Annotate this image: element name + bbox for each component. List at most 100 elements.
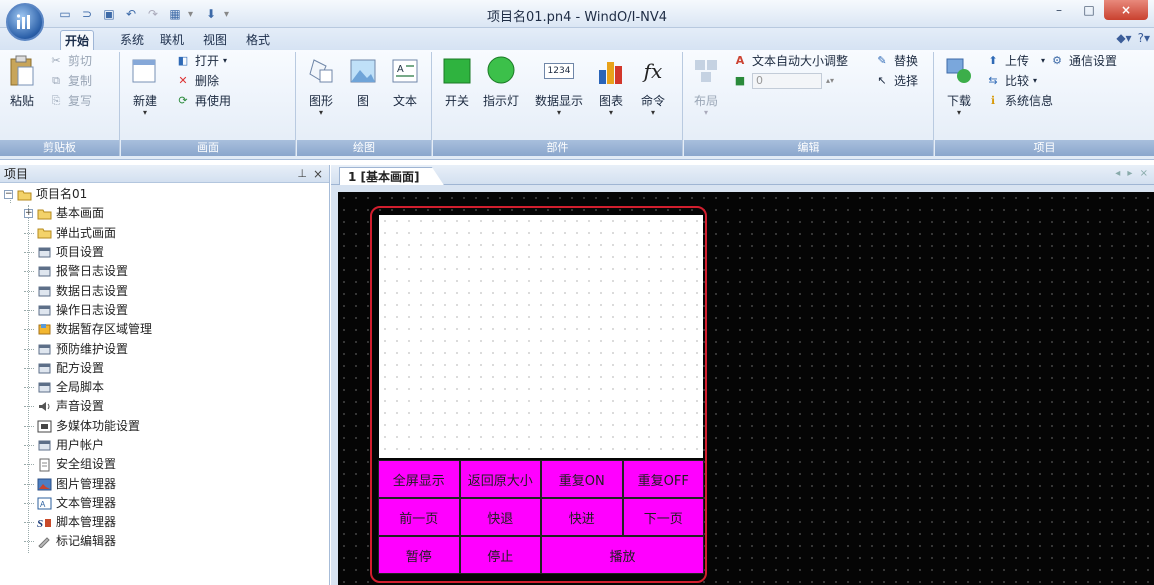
ribbon-tab-bar: 开始 系统 联机 视图 格式 [0,28,1154,50]
tree-item[interactable]: 全局脚本 [0,378,329,397]
tab-scroll-controls[interactable]: ◂ ▸ × [1115,168,1150,179]
open-screen-button[interactable]: ◧ 打开 ▾ [175,52,227,70]
tree-item-label: 数据日志设置 [56,283,129,298]
tab-home[interactable]: 开始 [60,30,95,50]
spinner-arrows-icon[interactable]: ▴▾ [826,72,834,90]
application-menu-button[interactable] [6,3,44,41]
lamp-button[interactable]: 指示灯 [481,54,521,109]
cut-button[interactable]: ✂ 剪切 [48,52,92,70]
tree-connector [24,309,34,311]
copy-button[interactable]: ⧉ 复制 [48,72,92,90]
close-pane-icon[interactable]: × [313,165,323,183]
compare-button[interactable]: ⇆ 比较 ▾ [985,72,1037,90]
tree-connector [24,541,34,543]
tree-item[interactable]: − 项目名01 [0,185,329,204]
help-icon[interactable]: ?▾ [1138,31,1150,45]
tree-item[interactable]: 报警日志设置 [0,262,329,281]
customize-qat-icon[interactable]: ▾ [224,5,234,23]
value-spinner[interactable]: ■ 0 ▴▾ [732,72,834,90]
settings-icon [36,303,52,317]
text-icon: A [388,54,422,88]
system-info-button[interactable]: ℹ 系统信息 [985,92,1053,110]
edit-group-label: 编辑 [684,140,933,156]
tree-item[interactable]: 配方设置 [0,359,329,378]
delete-screen-button[interactable]: ✕ 删除 [175,72,219,90]
project-group: 下载 ▾ ⬆ 上传 ⇆ 比较 ▾ ℹ 系统信息 ▾ ⚙ 通信设置 项目 [935,52,1154,156]
tree-item[interactable]: 数据暂存区域管理 [0,320,329,339]
tab-format[interactable]: 格式 [242,30,274,50]
minimize-button[interactable]: – [1044,0,1074,20]
value-field[interactable]: 0 [752,73,822,89]
download-button[interactable]: 下载 ▾ [939,54,979,117]
tree-item[interactable]: 操作日志设置 [0,301,329,320]
switch-icon [440,54,474,88]
tree-item[interactable]: 声音设置 [0,397,329,416]
tree-connector [24,425,34,427]
comm-settings-button[interactable]: ▾ ⚙ 通信设置 [1041,52,1117,70]
data-display-button[interactable]: 1234 数据显示 ▾ [533,54,585,117]
expand-toggle-icon[interactable]: + [24,209,33,219]
shape-label: 图形 [308,94,333,108]
close-button[interactable]: × [1104,0,1148,20]
tree-item[interactable]: 弹出式画面 [0,224,329,243]
save-icon[interactable]: ▣ [100,5,118,23]
tree-item-label: 报警日志设置 [56,264,129,279]
screen-icon[interactable]: ▦ [166,5,184,23]
switch-button[interactable]: 开关 [437,54,477,109]
chart-icon [594,54,628,88]
open-screen-icon: ◧ [177,54,189,67]
redo-icon[interactable]: ↷ [144,5,162,23]
tree-item[interactable]: 图片管理器 [0,474,329,493]
image-button[interactable]: 图 [343,54,383,109]
tree-item[interactable]: 数据日志设置 [0,281,329,300]
compare-label: 比较 [1005,74,1030,88]
tree-item-label: 基本画面 [56,206,105,221]
tree-item[interactable]: 安全组设置 [0,455,329,474]
shape-button[interactable]: 图形 ▾ [301,54,341,117]
ribbon-right-icons: ◆▾ ?▾ [1116,31,1150,45]
tree-item[interactable]: 多媒体功能设置 [0,417,329,436]
tab-system[interactable]: 系统 [116,30,148,50]
tree-item-label: 标记编辑器 [56,534,117,549]
upload-button[interactable]: ⬆ 上传 [985,52,1029,70]
replace-button[interactable]: ✎ 替换 [874,52,918,70]
tab-basic-screen[interactable]: 1 [基本画面] [339,167,445,186]
maximize-button[interactable]: □ [1074,0,1104,20]
function-icon-text: fx [643,59,663,83]
tab-view[interactable]: 视图 [199,30,231,50]
tree-item[interactable]: S 脚本管理器 [0,513,329,532]
canvas-margin-top [331,185,1154,192]
script-icon: S [36,516,52,530]
screen-group-label: 画面 [121,140,295,156]
layout-button[interactable]: 布局 ▾ [686,54,726,117]
reuse-screen-button[interactable]: ⟳ 再使用 [175,92,231,110]
tree-item[interactable]: 用户帐户 [0,436,329,455]
auto-text-size-button[interactable]: A 文本自动大小调整 [732,52,848,70]
pin-icon[interactable]: ⊥ [297,165,307,183]
tree-item[interactable]: 标记编辑器 [0,532,329,551]
open-file-icon[interactable]: ⊃ [78,5,96,23]
dropdown-icon[interactable]: ▾ [188,5,198,23]
copy-format-button[interactable]: ⎘ 复写 [48,92,92,110]
transfer-icon[interactable]: ⬇ [202,5,220,23]
text-button[interactable]: A 文本 [385,54,425,109]
tab-online[interactable]: 联机 [156,30,188,50]
paste-button[interactable]: 粘贴 [2,54,42,109]
command-button[interactable]: fx 命令 ▾ [633,54,673,117]
undo-icon[interactable]: ↶ [122,5,140,23]
chart-button[interactable]: 图表 ▾ [591,54,631,117]
tree-item[interactable]: 项目设置 [0,243,329,262]
expand-toggle-icon[interactable]: − [4,190,13,200]
tree-item[interactable]: 预防维护设置 [0,339,329,358]
svg-text:S: S [37,518,43,529]
command-label: 命令 [640,94,665,108]
new-screen-button[interactable]: 新建 ▾ [125,54,165,117]
new-file-icon[interactable]: ▭ [56,5,74,23]
select-button[interactable]: ↖ 选择 [874,72,918,90]
tree-item[interactable]: A 文本管理器 [0,494,329,513]
tree-item[interactable]: + 基本画面 [0,204,329,223]
dropdown-icon: ▾ [223,56,228,65]
tree-connector [24,290,34,292]
parts-group: 开关 指示灯 1234 数据显示 ▾ 图表 ▾ fx 命令 ▾ 部件 [433,52,683,156]
style-icon[interactable]: ◆▾ [1116,31,1131,45]
